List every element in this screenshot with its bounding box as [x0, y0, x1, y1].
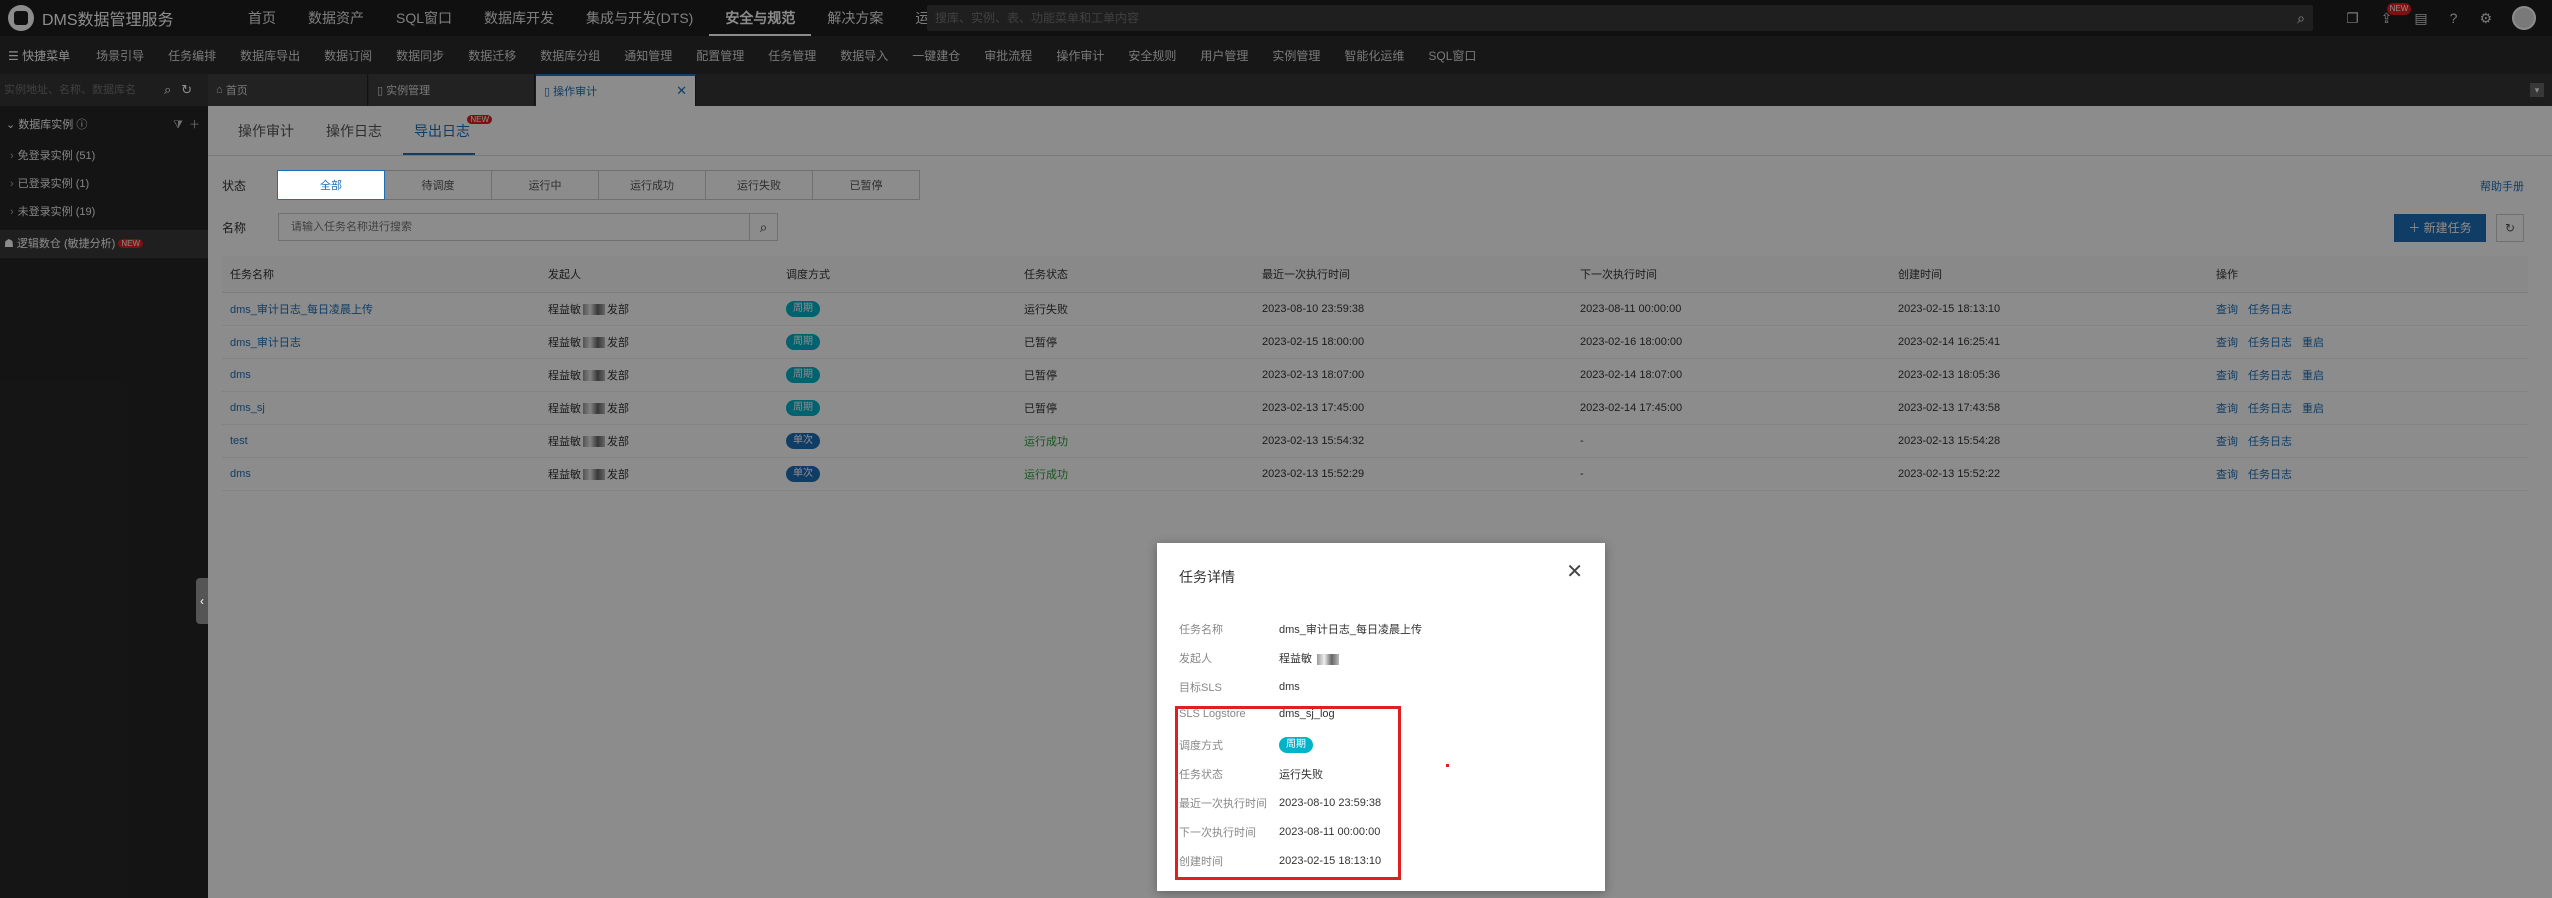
detail-row: 任务名称 dms_审计日志_每日凌晨上传: [1179, 621, 1422, 637]
highlight-annotation: [1175, 706, 1401, 880]
close-icon[interactable]: ✕: [1566, 559, 1583, 584]
annotation-dot: [1446, 764, 1449, 767]
sidebar-collapse-handle[interactable]: ‹: [196, 578, 208, 624]
detail-value: dms_审计日志_每日凌晨上传: [1279, 624, 1423, 636]
detail-row: 目标SLS dms: [1179, 679, 1300, 695]
detail-key: 任务名称: [1179, 624, 1223, 636]
detail-value: dms: [1279, 681, 1300, 693]
detail-row: 发起人 程益敏: [1179, 650, 1341, 666]
detail-key: 发起人: [1179, 653, 1212, 665]
redacted-mark: [1317, 653, 1340, 665]
dialog-title: 任务详情: [1179, 569, 1235, 585]
detail-value-text: 程益敏: [1279, 653, 1312, 665]
detail-value: 程益敏: [1279, 650, 1341, 666]
status-all[interactable]: 全部: [277, 170, 385, 200]
detail-key: 目标SLS: [1179, 682, 1222, 694]
